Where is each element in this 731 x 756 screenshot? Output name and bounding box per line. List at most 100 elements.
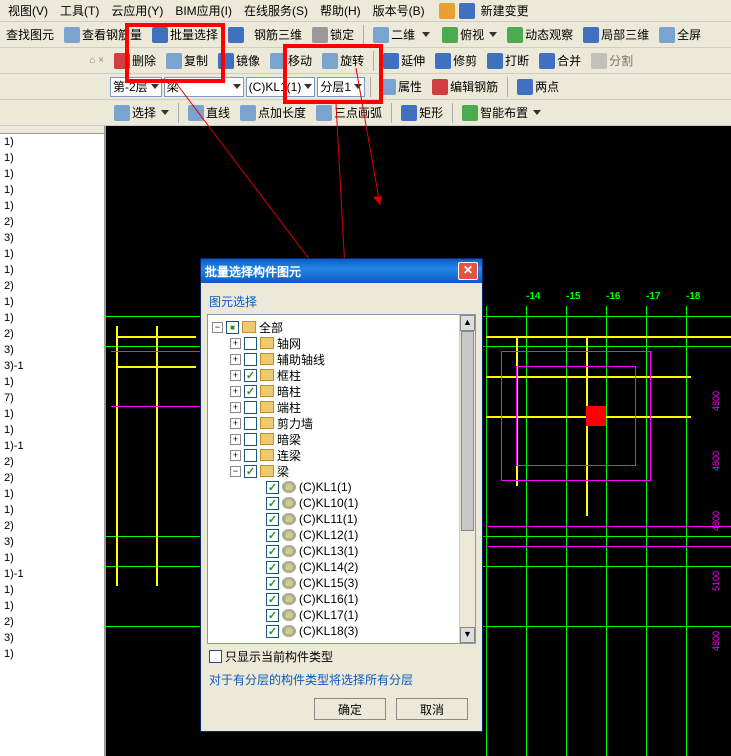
list-item[interactable]: 2): [0, 614, 104, 630]
dialog-titlebar[interactable]: 批量选择构件图元 ✕: [201, 259, 482, 283]
list-item[interactable]: 7): [0, 390, 104, 406]
tree-checkbox[interactable]: [244, 433, 257, 446]
scroll-thumb[interactable]: [461, 331, 474, 531]
split-button[interactable]: 分割: [587, 50, 637, 71]
view-side-button[interactable]: 俯视: [438, 24, 501, 45]
tree-checkbox[interactable]: [244, 337, 257, 350]
menu-online[interactable]: 在线服务(S): [238, 0, 314, 21]
category-combo[interactable]: 梁: [164, 77, 244, 97]
list-item[interactable]: 2): [0, 470, 104, 486]
list-item[interactable]: 1): [0, 598, 104, 614]
rect-button[interactable]: 矩形: [397, 102, 447, 123]
list-item[interactable]: 3): [0, 230, 104, 246]
expand-toggle[interactable]: +: [230, 370, 241, 381]
tree-checkbox[interactable]: [266, 561, 279, 574]
edit-rebar-button[interactable]: 编辑钢筋: [428, 76, 502, 97]
tree-checkbox[interactable]: [244, 385, 257, 398]
list-item[interactable]: 1): [0, 310, 104, 326]
move-button[interactable]: 移动: [266, 50, 316, 71]
tree-checkbox[interactable]: [266, 609, 279, 622]
arc-button[interactable]: 点加长度: [236, 102, 310, 123]
tree-checkbox[interactable]: [266, 497, 279, 510]
element-tree[interactable]: − 全部 +轴网+辅助轴线+框柱+暗柱+端柱+剪力墙+暗梁+连梁 − 梁 (C)…: [207, 314, 476, 644]
mirror-button[interactable]: 镜像: [214, 50, 264, 71]
select-button[interactable]: 选择: [110, 102, 173, 123]
list-item[interactable]: 1): [0, 246, 104, 262]
list-item[interactable]: 2): [0, 518, 104, 534]
layer-combo[interactable]: 分层1: [317, 77, 365, 97]
list-item[interactable]: 1): [0, 502, 104, 518]
list-item[interactable]: 1): [0, 134, 104, 150]
list-item[interactable]: 1): [0, 182, 104, 198]
menu-newchange[interactable]: 新建变更: [475, 0, 535, 21]
extend-button[interactable]: 延伸: [379, 50, 429, 71]
expand-toggle[interactable]: +: [230, 338, 241, 349]
view-rebar-button[interactable]: 查看钢筋量: [60, 24, 146, 45]
member-combo[interactable]: (C)KL1(1): [246, 77, 316, 97]
expand-toggle[interactable]: −: [230, 466, 241, 477]
list-item[interactable]: 1): [0, 646, 104, 662]
tree-checkbox[interactable]: [244, 401, 257, 414]
list-item[interactable]: 1): [0, 486, 104, 502]
member-list-panel[interactable]: 1)1)1)1)1)2)3)1)1)2)1)1)2)3)3)-11)7)1)1)…: [0, 126, 106, 756]
list-item[interactable]: 1): [0, 294, 104, 310]
only-current-checkbox[interactable]: [209, 650, 222, 663]
smart-button[interactable]: 智能布置: [458, 102, 545, 123]
expand-toggle[interactable]: −: [212, 322, 223, 333]
expand-toggle[interactable]: +: [230, 434, 241, 445]
floor-combo[interactable]: 第-2层: [110, 77, 162, 97]
arc3-button[interactable]: 三点画弧: [312, 102, 386, 123]
dialog-close-button[interactable]: ✕: [458, 262, 478, 280]
tree-checkbox[interactable]: [244, 449, 257, 462]
break-button[interactable]: 打断: [483, 50, 533, 71]
tree-checkbox[interactable]: [266, 529, 279, 542]
tree-checkbox[interactable]: [244, 353, 257, 366]
rebar-3d-button[interactable]: 钢筋三维: [250, 24, 306, 45]
rotate-button[interactable]: 旋转: [318, 50, 368, 71]
merge-button[interactable]: 合并: [535, 50, 585, 71]
menu-bim[interactable]: BIM应用(I): [169, 0, 238, 21]
list-item[interactable]: 1): [0, 422, 104, 438]
expand-toggle[interactable]: +: [230, 418, 241, 429]
list-item[interactable]: 2): [0, 278, 104, 294]
scroll-down-icon[interactable]: ▼: [460, 627, 475, 643]
list-item[interactable]: 1)-1: [0, 438, 104, 454]
trim-button[interactable]: 修剪: [431, 50, 481, 71]
list-item[interactable]: 2): [0, 454, 104, 470]
tree-checkbox[interactable]: [244, 369, 257, 382]
list-item[interactable]: 2): [0, 214, 104, 230]
list-item[interactable]: 3): [0, 342, 104, 358]
expand-toggle[interactable]: +: [230, 450, 241, 461]
scroll-up-icon[interactable]: ▲: [460, 315, 475, 331]
list-item[interactable]: 1)-1: [0, 566, 104, 582]
ok-button[interactable]: 确定: [314, 698, 386, 720]
check-all[interactable]: [226, 321, 239, 334]
tree-checkbox[interactable]: [244, 417, 257, 430]
list-item[interactable]: 1): [0, 262, 104, 278]
line-button[interactable]: 直线: [184, 102, 234, 123]
list-item[interactable]: 1): [0, 582, 104, 598]
tree-checkbox[interactable]: [266, 481, 279, 494]
list-item[interactable]: 3): [0, 630, 104, 646]
tree-checkbox[interactable]: [266, 593, 279, 606]
list-item[interactable]: 1): [0, 198, 104, 214]
dynamic-view-button[interactable]: 动态观察: [503, 24, 577, 45]
delete-button[interactable]: 删除: [110, 50, 160, 71]
copy-button[interactable]: 复制: [162, 50, 212, 71]
menu-view[interactable]: 视图(V): [2, 0, 54, 21]
lock-button[interactable]: 锁定: [308, 24, 358, 45]
menu-help[interactable]: 帮助(H): [314, 0, 367, 21]
tree-checkbox[interactable]: [266, 545, 279, 558]
list-item[interactable]: 3)-1: [0, 358, 104, 374]
tree-scrollbar[interactable]: ▲ ▼: [459, 315, 475, 643]
find-element-button[interactable]: 查找图元: [2, 24, 58, 45]
list-item[interactable]: 1): [0, 374, 104, 390]
expand-toggle[interactable]: +: [230, 386, 241, 397]
hardhat-icon[interactable]: [439, 3, 455, 19]
property-button[interactable]: 属性: [376, 76, 426, 97]
newchange-icon[interactable]: [459, 3, 475, 19]
menu-tools[interactable]: 工具(T): [54, 0, 105, 21]
list-item[interactable]: 1): [0, 166, 104, 182]
local-3d-button[interactable]: 局部三维: [579, 24, 653, 45]
tree-checkbox[interactable]: [266, 513, 279, 526]
